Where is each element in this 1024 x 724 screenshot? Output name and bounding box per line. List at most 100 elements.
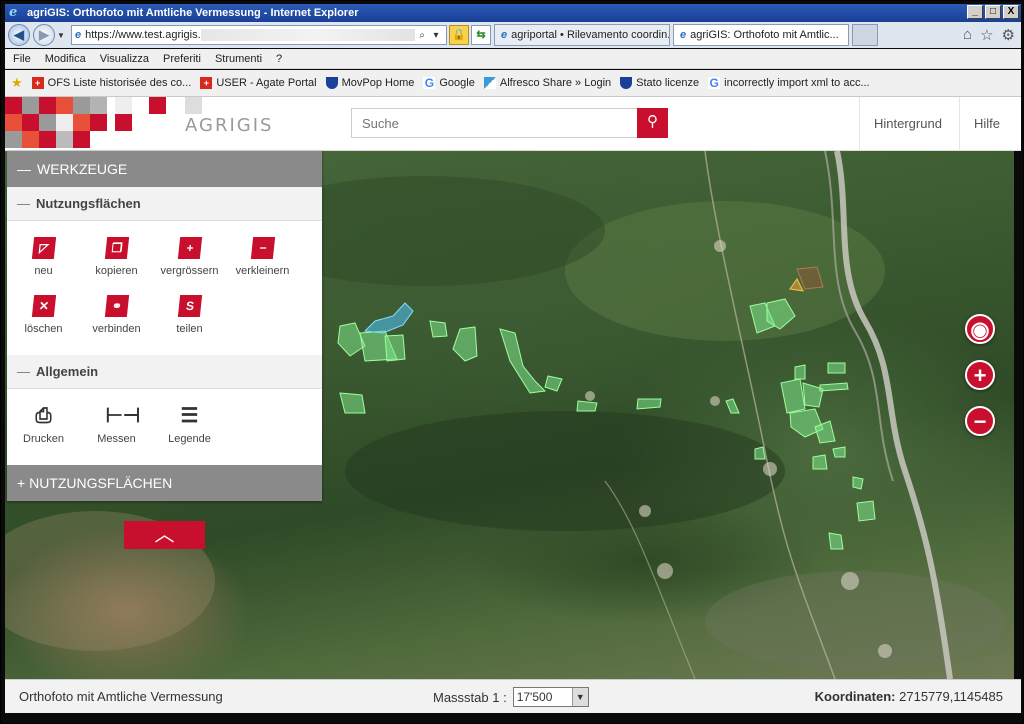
coordinates-label: Koordinaten:: [814, 689, 896, 704]
tab-agrigis[interactable]: e agriGIS: Orthofoto mit Amtlic...: [673, 24, 849, 46]
gear-icon[interactable]: ⚙: [1002, 26, 1015, 44]
shield-icon: [620, 77, 633, 89]
browser-window: e agriGIS: Orthofoto mit Amtliche Vermes…: [0, 0, 1024, 724]
favorite-xml-import[interactable]: Gincorrectly import xml to acc...: [708, 76, 870, 90]
minimize-button[interactable]: _: [967, 5, 983, 19]
zoom-out-button[interactable]: −: [965, 406, 995, 436]
tool-vergroessern[interactable]: + vergrössern: [153, 231, 226, 277]
ruler-icon: ⊢⊣: [105, 405, 141, 427]
enlarge-area-icon: +: [177, 237, 202, 259]
history-dropdown-icon[interactable]: ▼: [57, 31, 67, 40]
home-icon[interactable]: ⌂: [963, 26, 972, 44]
tool-verbinden[interactable]: ⚭ verbinden: [80, 289, 153, 335]
tool-neu[interactable]: ◸ neu: [7, 231, 80, 277]
collapse-panel-button[interactable]: ︿: [124, 521, 205, 549]
title-bar: e agriGIS: Orthofoto mit Amtliche Vermes…: [5, 4, 1021, 22]
hilfe-link[interactable]: Hilfe: [959, 97, 1014, 151]
scale-label: Massstab 1 :: [433, 689, 507, 705]
window-controls: _ □ X: [967, 5, 1019, 19]
tools-panel-header[interactable]: — WERKZEUGE: [7, 151, 322, 187]
nutzungsflaechen-panel-header[interactable]: + NUTZUNGSFLÄCHEN: [7, 465, 322, 501]
split-area-icon: S: [177, 295, 202, 317]
section-allgemein[interactable]: — Allgemein: [7, 355, 322, 389]
shrink-area-icon: −: [250, 237, 275, 259]
chevron-down-icon: ▼: [571, 688, 588, 706]
tab-agriportal[interactable]: e agriportal • Rilevamento coordin...: [494, 24, 670, 46]
menu-visualizza[interactable]: Visualizza: [100, 53, 149, 65]
page-icon: e: [75, 29, 82, 41]
collapse-minus-icon: —: [17, 364, 30, 379]
search-icon[interactable]: ⌕: [415, 30, 429, 41]
tool-messen[interactable]: ⊢⊣ Messen: [80, 399, 153, 445]
scale-control: Massstab 1 : 17'500 ▼: [433, 687, 589, 707]
menu-bar: File Modifica Visualizza Preferiti Strum…: [5, 49, 1021, 69]
merge-area-icon: ⚭: [104, 295, 129, 317]
hintergrund-link[interactable]: Hintergrund: [859, 97, 956, 151]
favorites-star-icon[interactable]: ☆: [980, 26, 993, 44]
menu-preferiti[interactable]: Preferiti: [163, 53, 201, 65]
status-bar: Orthofoto mit Amtliche Vermessung Massst…: [5, 679, 1021, 713]
alfresco-icon: [483, 77, 496, 89]
tool-teilen[interactable]: Steilen: [153, 289, 226, 335]
new-area-icon: ◸: [31, 237, 56, 259]
add-favorite-star-icon[interactable]: ★: [11, 75, 23, 91]
tool-kopieren[interactable]: ❐ kopieren: [80, 231, 153, 277]
favorite-movpop[interactable]: MovPop Home: [325, 77, 414, 89]
active-layer-name: Orthofoto mit Amtliche Vermessung: [19, 689, 223, 704]
ie-tab-icon: e: [501, 29, 508, 41]
zoom-in-button[interactable]: +: [965, 360, 995, 390]
favorite-google[interactable]: G Google: [423, 76, 475, 90]
browser-tools: ⌂ ☆ ⚙: [963, 26, 1015, 44]
favorite-agate[interactable]: + USER - Agate Portal: [200, 77, 317, 89]
tool-verkleinern[interactable]: − verkleinern: [226, 231, 299, 277]
menu-strumenti[interactable]: Strumenti: [215, 53, 262, 65]
google-icon: G: [708, 76, 721, 90]
swiss-flag-icon: +: [200, 77, 213, 89]
chevron-up-icon: ︿: [154, 524, 175, 546]
tool-loeschen[interactable]: ✕ löschen: [7, 289, 80, 335]
address-bar[interactable]: e https://www.test.agrigis. ⌕ ▾: [71, 25, 447, 45]
favorite-ofs[interactable]: + OFS Liste historisée des co...: [31, 77, 191, 89]
search-input[interactable]: [351, 108, 639, 138]
target-icon: ◉: [970, 317, 990, 342]
address-url[interactable]: https://www.test.agrigis.: [85, 29, 415, 42]
search-button[interactable]: ⚲: [637, 108, 668, 138]
collapse-minus-icon: —: [17, 196, 30, 211]
swiss-flag-icon: +: [31, 77, 44, 89]
google-icon: G: [423, 76, 436, 90]
lock-icon[interactable]: 🔒: [449, 25, 469, 45]
collapse-minus-icon: —: [17, 161, 31, 177]
app-header: AGRIGIS ⚲ Hintergrund Hilfe: [5, 97, 1021, 151]
expand-plus-icon: +: [17, 475, 30, 491]
window-title: agriGIS: Orthofoto mit Amtliche Vermessu…: [27, 7, 359, 19]
agrigis-logo-icon[interactable]: [5, 97, 205, 151]
delete-area-icon: ✕: [31, 295, 56, 317]
copy-area-icon: ❐: [104, 237, 129, 259]
list-icon: ☰: [180, 405, 199, 427]
forward-button[interactable]: ▶: [33, 24, 55, 46]
menu-modifica[interactable]: Modifica: [45, 53, 86, 65]
menu-help[interactable]: ?: [276, 53, 282, 65]
tool-legende[interactable]: ☰ Legende: [153, 399, 226, 445]
back-button[interactable]: ◀: [8, 24, 30, 46]
general-tools: ⎙ Drucken ⊢⊣ Messen ☰ Legende: [7, 389, 322, 465]
new-tab-button[interactable]: [852, 24, 878, 46]
address-dropdown-icon[interactable]: ▾: [429, 30, 443, 41]
coordinates-value: 2715779,1145485: [899, 689, 1003, 704]
section-nutzungsflaechen[interactable]: — Nutzungsflächen: [7, 187, 322, 221]
menu-file[interactable]: File: [13, 53, 31, 65]
search-icon: ⚲: [647, 113, 658, 130]
favorite-alfresco[interactable]: Alfresco Share » Login: [483, 77, 611, 89]
coordinates-display: Koordinaten: 2715779,1145485: [815, 689, 1003, 704]
maximize-button[interactable]: □: [985, 5, 1001, 19]
shield-icon: [325, 77, 338, 89]
scale-select[interactable]: 17'500 ▼: [512, 687, 589, 707]
tools-panel: — WERKZEUGE — Nutzungsflächen ◸ neu ❐ kopier…: [7, 151, 322, 501]
navigation-bar: ◀ ▶ ▼ e https://www.test.agrigis. ⌕ ▾ 🔒 …: [5, 22, 1021, 48]
refresh-icon[interactable]: ⇆: [471, 25, 491, 45]
locate-button[interactable]: ◉: [965, 314, 995, 344]
plus-icon: +: [973, 363, 987, 388]
tool-drucken[interactable]: ⎙ Drucken: [7, 399, 80, 445]
close-button[interactable]: X: [1003, 5, 1019, 19]
favorite-stato-licenze[interactable]: Stato licenze: [620, 77, 699, 89]
